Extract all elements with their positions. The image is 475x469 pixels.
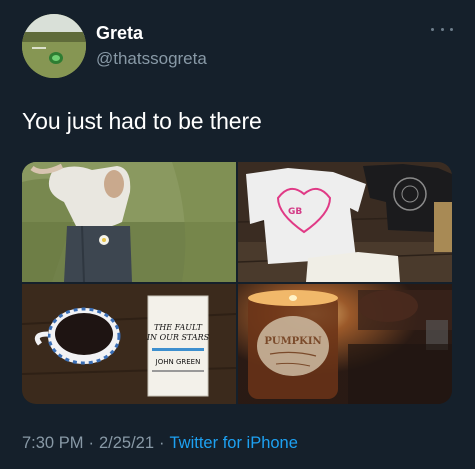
book-title-line2: IN OUR STARS: [146, 333, 210, 342]
display-name[interactable]: Greta: [96, 22, 143, 44]
tweet-source-link[interactable]: Twitter for iPhone: [170, 434, 298, 452]
book-title-line1: THE FAULT: [154, 323, 203, 332]
book-author: JOHN GREEN: [155, 358, 201, 366]
ellipsis-icon: [450, 27, 453, 31]
photo-outfit-on-grass[interactable]: [22, 162, 236, 282]
svg-text:GB: GB: [288, 207, 302, 217]
meta-separator: ·: [159, 434, 165, 452]
tweet-text: You just had to be there: [22, 108, 262, 134]
photo-pumpkin-candle[interactable]: PUMPKIN: [238, 284, 452, 404]
photo-tshirts-on-floor[interactable]: GB: [238, 162, 452, 282]
ellipsis-icon: [440, 27, 444, 31]
tweet-time[interactable]: 7:30 PM: [22, 434, 83, 452]
photo-image: THE FAULT IN OUR STARS JOHN GREEN: [22, 284, 236, 404]
avatar[interactable]: [22, 14, 86, 78]
photo-coffee-and-book[interactable]: THE FAULT IN OUR STARS JOHN GREEN: [22, 284, 236, 404]
media-grid: GB THE FAULT IN OUR STARS JOHN GREEN PUM…: [22, 162, 452, 404]
photo-image: [22, 162, 236, 282]
tweet-meta: 7:30 PM · 2/25/21 · Twitter for iPhone: [22, 432, 298, 454]
meta-separator: ·: [88, 434, 94, 452]
avatar-image: [22, 14, 86, 78]
user-handle[interactable]: @thatssogreta: [96, 48, 207, 70]
tweet-card: Greta @thatssogreta You just had to be t…: [0, 0, 475, 469]
photo-image: PUMPKIN: [238, 284, 452, 404]
candle-label: PUMPKIN: [264, 336, 321, 347]
more-options-button[interactable]: [431, 22, 453, 36]
ellipsis-icon: [431, 27, 434, 31]
photo-image: GB: [238, 162, 452, 282]
tweet-date[interactable]: 2/25/21: [99, 434, 154, 452]
